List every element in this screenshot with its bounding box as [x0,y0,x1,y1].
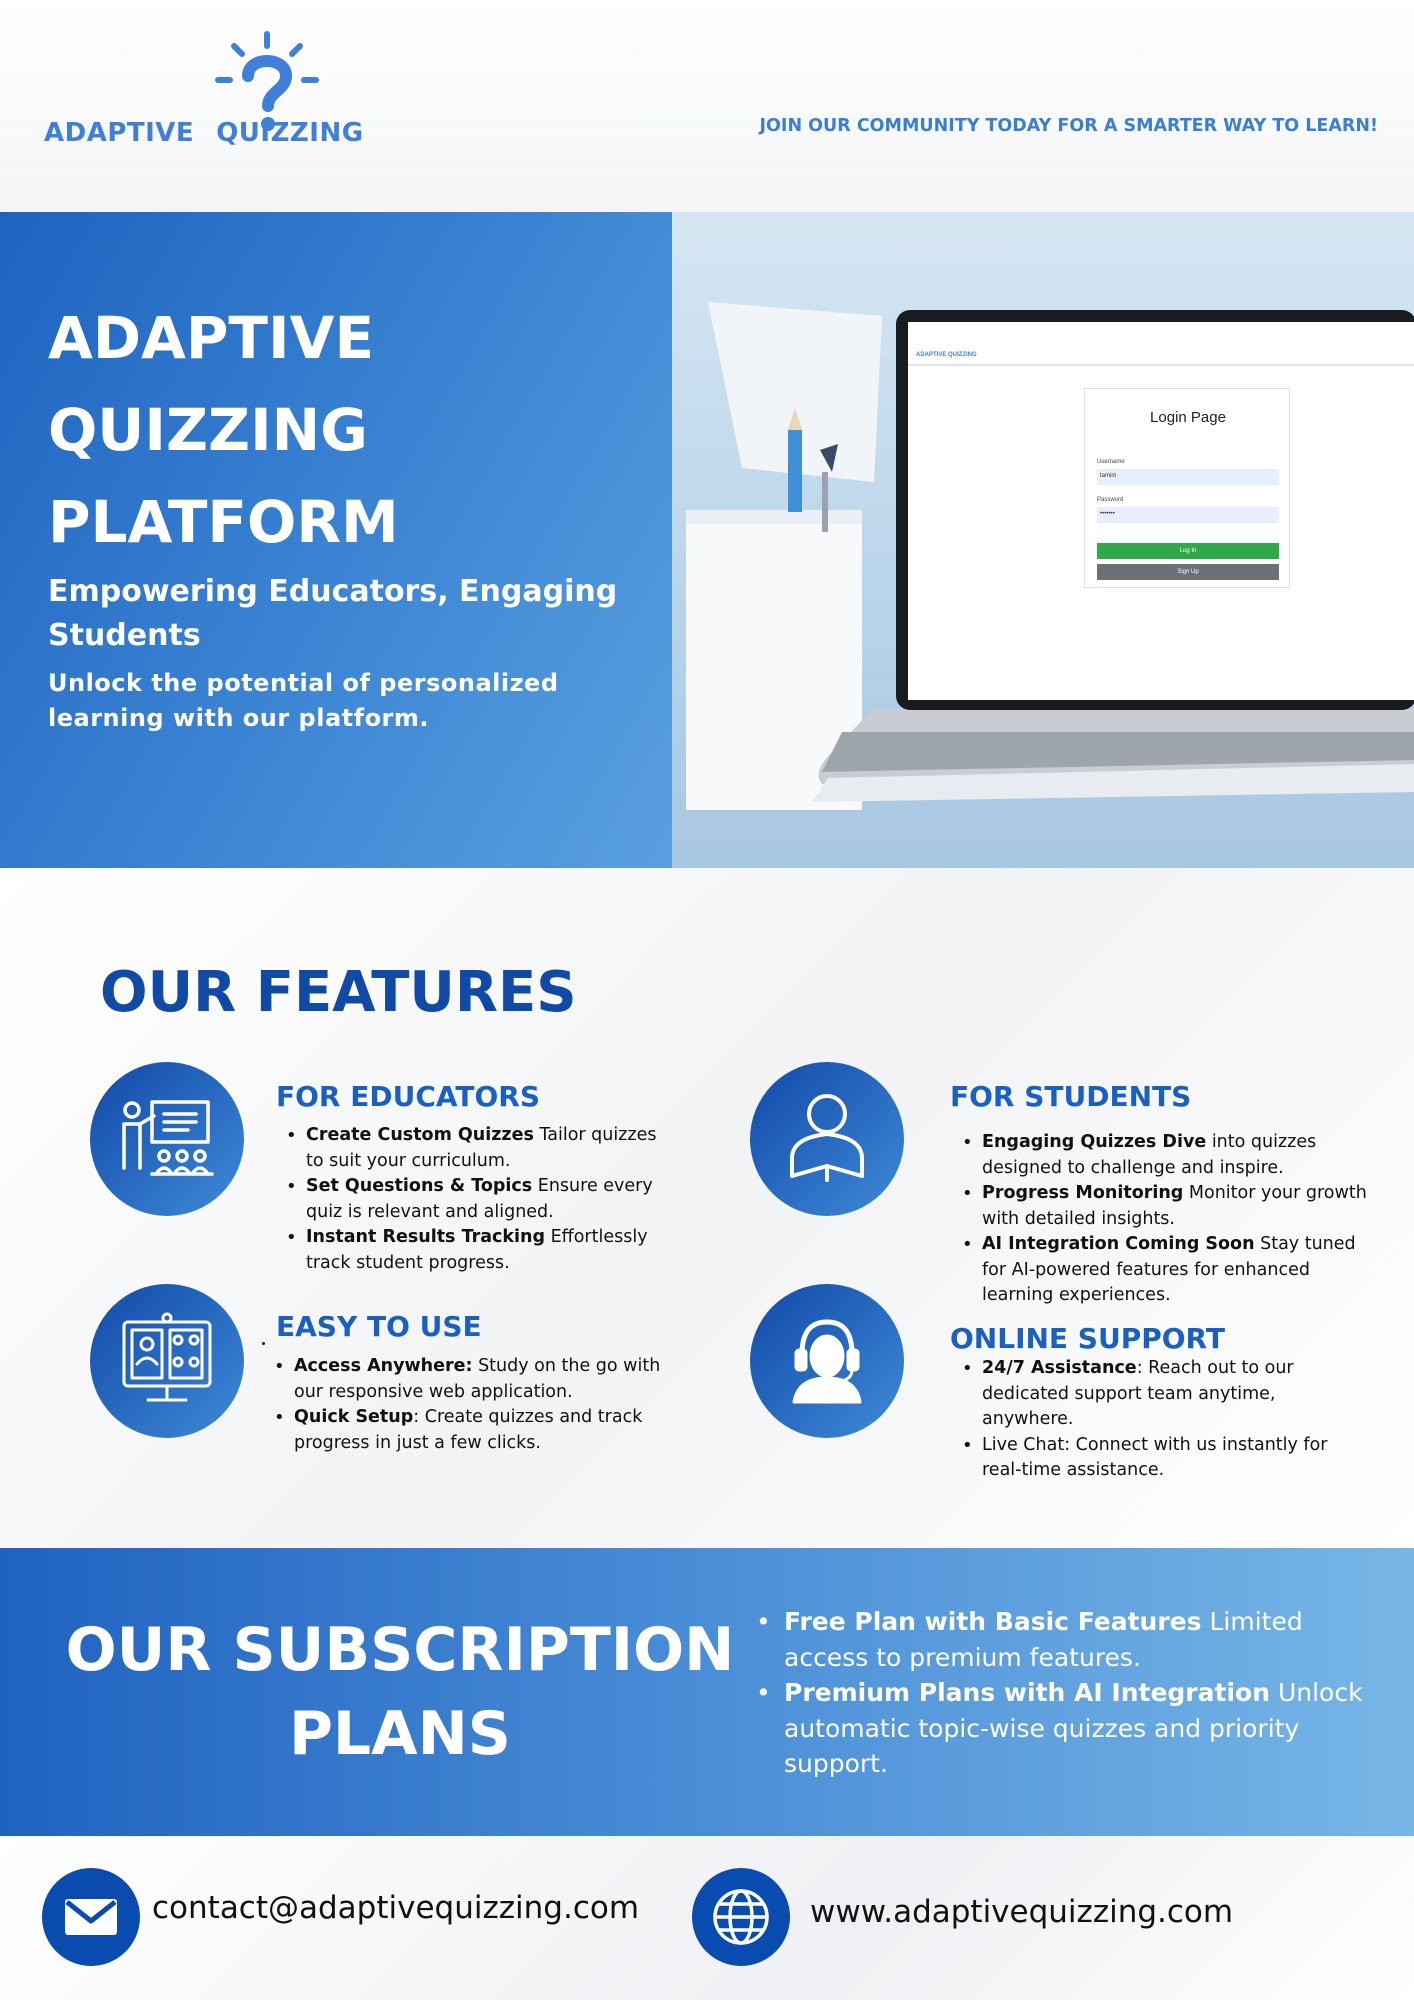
students-feature-list: Engaging Quizzes Dive into quizzes desig… [952,1130,1372,1309]
support-heading: ONLINE SUPPORT [950,1322,1225,1355]
easy-feature-list: Access Anywhere: Study on the go with ou… [264,1354,674,1456]
educators-feature-list: Create Custom Quizzes Tailor quizzes to … [276,1123,676,1276]
laptop-illustration [686,302,1414,810]
email-icon-circle [42,1868,140,1966]
easy-heading: EASY TO USE [276,1310,482,1343]
list-item: Access Anywhere: Study on the go with ou… [264,1354,674,1405]
subscription-plan-list: Free Plan with Basic Features Limited ac… [748,1604,1388,1782]
screen-login-title: Login Page [1150,409,1226,426]
hero-laptop-photo: ADAPTIVE QUIZZING Login Page Username ta… [672,212,1414,868]
brand-logo[interactable]: ADAPTIVE QUIZZING [44,30,404,160]
stray-dot [262,1342,265,1345]
website-link[interactable]: www.adaptivequizzing.com [810,1894,1233,1930]
screen-username-label: Username [1097,459,1125,465]
educators-icon-circle [90,1062,244,1216]
support-feature-list: 24/7 Assistance: Reach out to our dedica… [952,1356,1372,1484]
subscription-title: OUR SUBSCRIPTION PLANS [65,1615,735,1769]
envelope-icon [65,1899,117,1935]
screen-username-field[interactable]: tamim [1097,469,1279,485]
list-item: Live Chat: Connect with us instantly for… [952,1433,1372,1484]
list-item: AI Integration Coming Soon Stay tuned fo… [952,1232,1372,1309]
support-icon-circle [750,1284,904,1438]
video-conference-monitor-icon [122,1312,212,1402]
screen-login-button[interactable]: Log In [1097,543,1279,559]
screen-password-field[interactable]: ••••••• [1097,507,1279,523]
header-tagline: JOIN OUR COMMUNITY TODAY FOR A SMARTER W… [759,116,1378,136]
list-item: Free Plan with Basic Features Limited ac… [748,1604,1388,1675]
brand-name: ADAPTIVE QUIZZING [44,118,364,148]
easy-icon-circle [90,1284,244,1438]
students-heading: FOR STUDENTS [950,1080,1192,1113]
features-title: OUR FEATURES [100,960,577,1025]
screen-login-card: Login Page Username tamim Password •••••… [1084,388,1290,588]
list-item: Engaging Quizzes Dive into quizzes desig… [952,1130,1372,1181]
screen-signup-button[interactable]: Sign Up [1097,564,1279,580]
list-item: Set Questions & Topics Ensure every quiz… [276,1174,676,1225]
student-reading-icon [790,1094,864,1182]
page-footer: contact@adaptivequizzing.com www.adaptiv… [0,1836,1414,2000]
features-section: OUR FEATURES FOR EDUCATORS Create Custom… [0,868,1414,1548]
list-item: Instant Results Tracking Effortlessly tr… [276,1225,676,1276]
hero-description: Unlock the potential of personalized lea… [48,669,559,732]
educators-heading: FOR EDUCATORS [276,1080,541,1113]
headset-support-icon [792,1319,862,1404]
list-item: Premium Plans with AI Integration Unlock… [748,1675,1388,1782]
hero-section: ADAPTIVE QUIZZING PLATFORM Empowering Ed… [0,212,1414,868]
hero-subtitle: Empowering Educators, Engaging Students [48,574,618,653]
list-item: 24/7 Assistance: Reach out to our dedica… [952,1356,1372,1433]
list-item: Quick Setup: Create quizzes and track pr… [264,1405,674,1456]
students-icon-circle [750,1062,904,1216]
hero-title: ADAPTIVE QUIZZING PLATFORM [48,304,399,556]
page-header: ADAPTIVE QUIZZING JOIN OUR COMMUNITY TODA… [0,0,1414,212]
subscription-section: OUR SUBSCRIPTION PLANS Free Plan with Ba… [0,1548,1414,1836]
screen-app-logo: ADAPTIVE QUIZZING [916,352,977,358]
website-icon-circle [692,1868,790,1966]
list-item: Create Custom Quizzes Tailor quizzes to … [276,1123,676,1174]
globe-icon [713,1889,769,1945]
hero-text-panel: ADAPTIVE QUIZZING PLATFORM Empowering Ed… [0,212,672,868]
list-item: Progress Monitoring Monitor your growth … [952,1181,1372,1232]
screen-password-label: Password [1097,497,1124,503]
teacher-presentation-icon [122,1100,214,1176]
contact-email-link[interactable]: contact@adaptivequizzing.com [152,1890,639,1926]
